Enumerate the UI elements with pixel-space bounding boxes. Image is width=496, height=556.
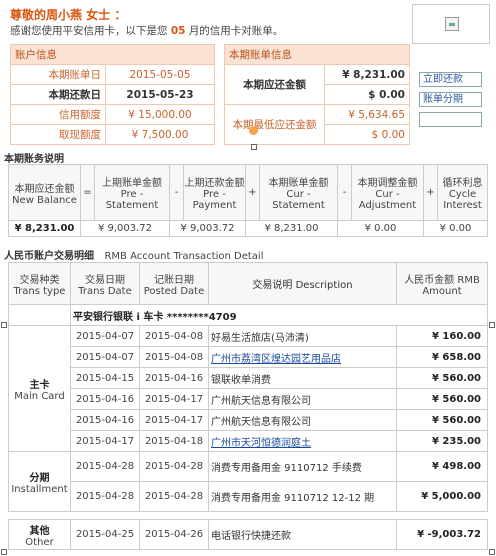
- category-other: 其他 Other: [8, 519, 71, 550]
- greeting: 尊敬的周小燕 女士 ：: [10, 8, 127, 22]
- summary-op-4: +: [423, 164, 438, 221]
- transactions-table: 交易种类 Trans type 交易日期 Trans Date 记账日期 Pos…: [8, 262, 488, 550]
- header-posted-date: 记账日期 Posted Date: [139, 262, 209, 305]
- header-amount: 人民币金额 RMB Amount: [396, 262, 488, 305]
- cash-limit-value: ¥ 7,500.00: [105, 124, 215, 145]
- intro-text: 感谢您使用平安信用卡，以下是您 05 月的信用卡对账单。: [10, 23, 283, 38]
- statement-month: 05: [170, 25, 186, 37]
- table-row: 主卡 Main Card 2015-04-07 2015-04-08 好易生活旅店…: [8, 325, 488, 452]
- resize-handle-square[interactable]: [1, 322, 7, 328]
- resize-handle-square[interactable]: [1, 549, 7, 555]
- bank-logo: [412, 4, 490, 44]
- summary-value-cur-statement: ¥ 8,231.00: [245, 220, 338, 237]
- summary-header-pre-statement: 上期账单金额 Pre - Statement: [94, 164, 170, 221]
- summary-header-new-balance: 本期应还金额 New Balance: [8, 164, 81, 221]
- card-line: 平安银行银联 i 车卡 ********4709: [70, 304, 488, 326]
- table-row: 2015-04-17 2015-04-18 广州市天河恒德润庭土 ¥ 235.0…: [9, 430, 488, 452]
- summary-value-new-balance: ¥ 8,231.00: [8, 220, 81, 237]
- statement-date-label: 本期账单日: [10, 64, 106, 85]
- blank-input[interactable]: [419, 112, 482, 127]
- intro-after: 月的信用卡对账单。: [188, 25, 284, 37]
- summary-header-cur-adjustment: 本期调整金额 Cur - Adjustment: [351, 164, 424, 221]
- resize-handle-square[interactable]: [489, 549, 495, 555]
- intro-before: 感谢您使用平安信用卡，以下是您: [10, 25, 168, 37]
- table-row: 2015-04-16 2015-04-17 广州航天信息有限公司 ¥ 560.0…: [9, 409, 488, 431]
- table-row: 分期 Installment 2015-04-28 2015-04-28 消费专用…: [8, 451, 488, 512]
- transactions-title: 人民币账户交易明细 RMB Account Transaction Detail: [4, 247, 263, 262]
- credit-limit-value: ¥ 15,000.00: [105, 104, 215, 125]
- credit-limit-label: 信用额度: [10, 104, 106, 125]
- merchant-link[interactable]: 广州市荔湾区煌达园艺用品店: [208, 346, 397, 368]
- table-row: 2015-04-07 2015-04-08 广州市荔湾区煌达园艺用品店 ¥ 65…: [9, 346, 488, 368]
- summary-value-cycle-interest: ¥ 0.00: [423, 220, 488, 237]
- transactions-title-en: RMB Account Transaction Detail: [104, 251, 264, 262]
- amount-due-rmb: ¥ 8,231.00: [324, 64, 410, 85]
- account-info-table: 账户信息 本期账单日 2015-05-05 本期还款日 2015-05-23 信…: [10, 44, 215, 145]
- summary-header-cur-statement: 本期账单金额 Cur - Statement: [259, 164, 338, 221]
- summary-op-3: -: [337, 164, 352, 221]
- statement-date-value: 2015-05-05: [105, 64, 215, 85]
- bill-info-title: 本期账单信息: [224, 44, 410, 65]
- amount-due-usd: $ 0.00: [324, 84, 410, 105]
- resize-handle-square[interactable]: [251, 144, 257, 150]
- table-row: 其他 Other 2015-04-25 2015-04-26 电话银行快捷还款 ¥…: [8, 519, 488, 550]
- summary-value-pre-payment: ¥ 9,003.72: [169, 220, 246, 237]
- summary-header-pre-payment: 上期还款金额 Pre - Payment: [183, 164, 246, 221]
- broken-image-icon: [445, 17, 459, 31]
- category-main-card: 主卡 Main Card: [8, 325, 71, 452]
- min-due-rmb: ¥ 5,634.65: [324, 104, 410, 125]
- summary-title: 本期账务说明: [4, 154, 64, 165]
- category-installment: 分期 Installment: [8, 451, 71, 512]
- summary-header-cycle-interest: 循环利息 Cycle Interest: [437, 164, 488, 221]
- amount-due-label: 本期应还金额: [224, 64, 325, 105]
- summary-op-0: =: [80, 164, 95, 221]
- cash-limit-label: 取现额度: [10, 124, 106, 145]
- due-date-value: 2015-05-23: [105, 84, 215, 105]
- table-row: 2015-04-16 2015-04-17 广州航天信息有限公司 ¥ 560.0…: [9, 388, 488, 410]
- min-due-usd: $ 0.00: [324, 124, 410, 145]
- header-trans-date: 交易日期 Trans Date: [70, 262, 140, 305]
- min-due-label: 本期最低应还金额: [224, 104, 325, 145]
- summary-value-cur-adjustment: ¥ 0.00: [337, 220, 424, 237]
- merchant-link[interactable]: 广州市天河恒德润庭土: [208, 430, 397, 452]
- table-row: 2015-04-28 2015-04-28 消费专用备用金 9110712 12…: [9, 481, 488, 512]
- summary-value-pre-statement: ¥ 9,003.72: [80, 220, 170, 237]
- header-trans-type: 交易种类 Trans type: [8, 262, 71, 305]
- transactions-title-cn: 人民币账户交易明细: [4, 251, 94, 262]
- table-row: 2015-04-15 2015-04-16 银联收单消费 ¥ 560.00: [9, 367, 488, 389]
- due-date-label: 本期还款日: [10, 84, 106, 105]
- bill-installment-button[interactable]: 账单分期: [419, 92, 482, 107]
- summary-op-2: +: [245, 164, 260, 221]
- resize-handle-dot[interactable]: [249, 126, 258, 135]
- summary-table: 本期应还金额 New Balance = 上期账单金额 Pre - Statem…: [8, 164, 488, 237]
- header-description: 交易说明 Description: [208, 262, 397, 305]
- repay-now-button[interactable]: 立即还款: [419, 72, 482, 87]
- summary-op-1: -: [169, 164, 184, 221]
- account-info-title: 账户信息: [10, 44, 215, 65]
- resize-handle-square[interactable]: [489, 322, 495, 328]
